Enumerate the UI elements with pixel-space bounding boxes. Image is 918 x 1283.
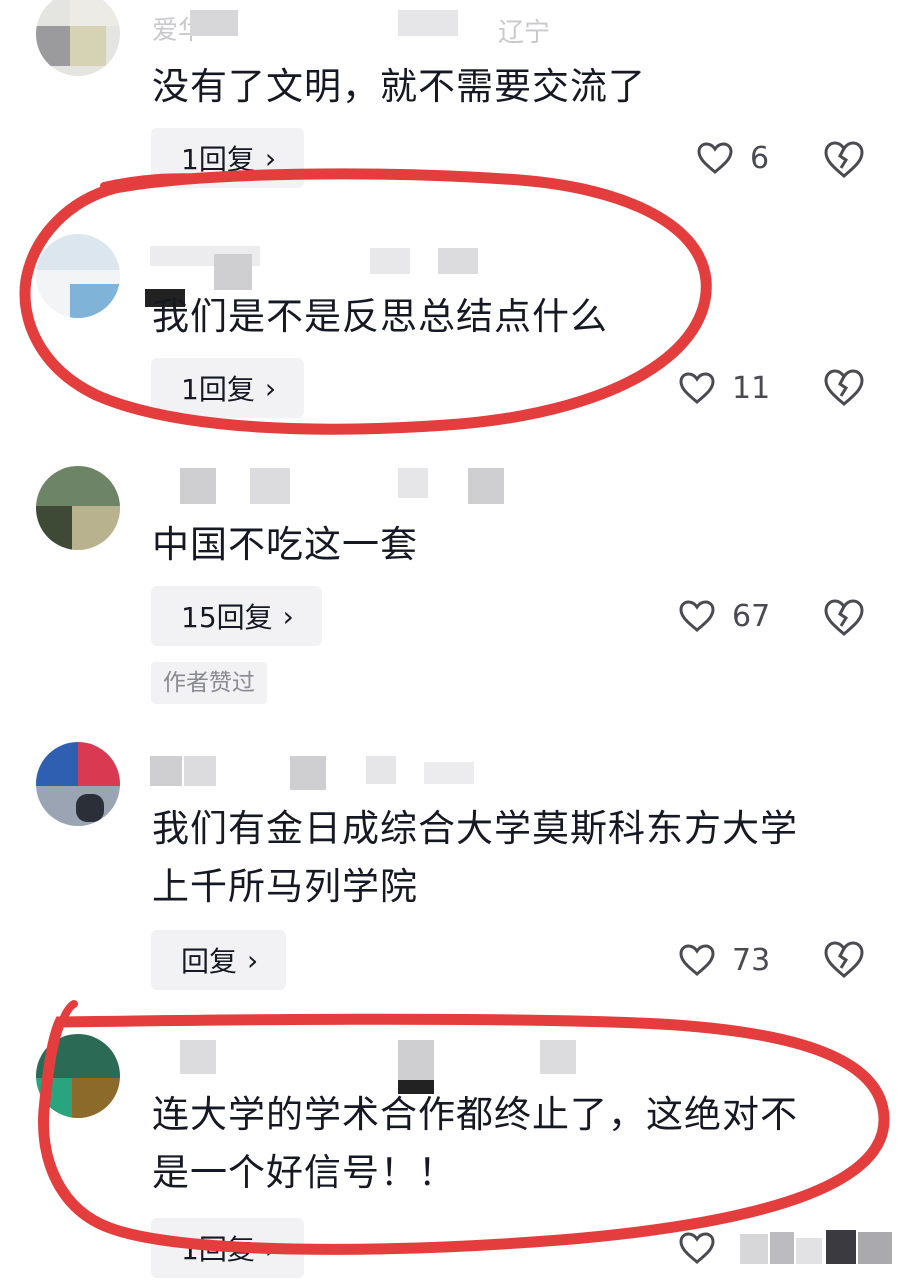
avatar[interactable] xyxy=(36,742,120,826)
broken-heart-icon[interactable] xyxy=(822,366,866,410)
comment-text: 没有了文明，就不需要交流了 xyxy=(152,65,646,108)
username-row[interactable] xyxy=(150,468,670,508)
like-count: 73 xyxy=(732,942,771,978)
username-row[interactable]: 爱华 辽宁 xyxy=(150,10,670,50)
heart-outline-icon xyxy=(697,142,733,174)
heart-outline-icon xyxy=(679,372,715,404)
chevron-right-icon: › xyxy=(264,141,277,175)
reply-button[interactable]: 1回复 › xyxy=(151,128,305,188)
broken-heart-icon[interactable] xyxy=(822,596,866,640)
reply-button[interactable]: 1回复 › xyxy=(151,1218,305,1278)
chevron-right-icon: › xyxy=(264,1231,277,1265)
comment-text: 中国不吃这一套 xyxy=(152,523,418,566)
avatar[interactable] xyxy=(36,1034,120,1118)
chevron-right-icon: › xyxy=(247,943,259,977)
like-count: 6 xyxy=(750,140,770,176)
username-row[interactable] xyxy=(150,756,670,796)
watermark xyxy=(740,1228,900,1268)
like-button[interactable]: 6 xyxy=(696,128,769,188)
chevron-right-icon: › xyxy=(264,371,277,405)
avatar[interactable] xyxy=(36,466,120,550)
broken-heart-icon[interactable] xyxy=(822,938,866,982)
username-row[interactable] xyxy=(150,1040,670,1082)
like-button[interactable]: 73 xyxy=(678,930,770,990)
avatar[interactable] xyxy=(36,234,120,318)
location: 辽宁 xyxy=(498,18,551,48)
reply-button[interactable]: 1回复 › xyxy=(151,358,305,418)
heart-outline-icon xyxy=(679,1232,715,1264)
comment-text: 我们是不是反思总结点什么 xyxy=(152,295,608,338)
like-button[interactable]: 67 xyxy=(678,586,770,646)
author-liked-badge: 作者赞过 xyxy=(151,662,267,704)
avatar[interactable] xyxy=(36,0,120,76)
username-row[interactable] xyxy=(150,240,670,290)
like-button[interactable] xyxy=(678,1218,732,1278)
comment-text: 连大学的学术合作都终止了，这绝对不 是一个好信号！！ xyxy=(152,1093,798,1194)
reply-button[interactable]: 回复 › xyxy=(151,930,287,990)
reply-button[interactable]: 15回复 › xyxy=(151,586,322,646)
like-count: 11 xyxy=(732,370,771,406)
like-button[interactable]: 11 xyxy=(678,358,770,418)
heart-outline-icon xyxy=(679,944,715,976)
like-count: 67 xyxy=(732,598,771,634)
chevron-right-icon: › xyxy=(282,599,294,633)
comment-text: 我们有金日成综合大学莫斯科东方大学 上千所马列学院 xyxy=(152,807,798,908)
heart-outline-icon xyxy=(679,600,715,632)
broken-heart-icon[interactable] xyxy=(822,138,866,182)
